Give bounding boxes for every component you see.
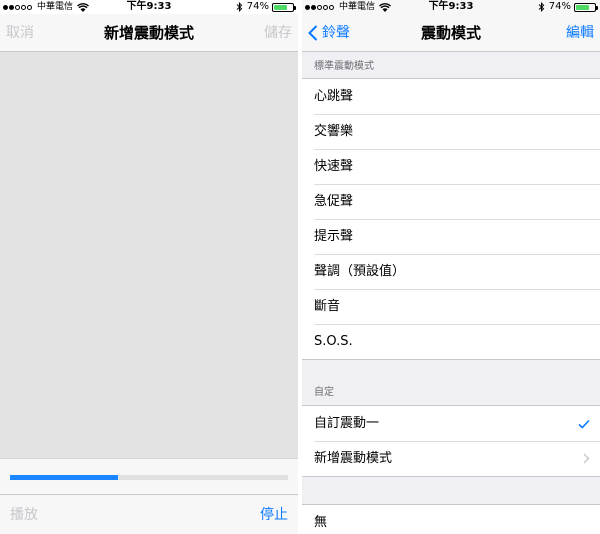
save-button[interactable]: 儲存 — [264, 14, 292, 52]
none-item[interactable]: 無 — [302, 505, 600, 534]
section-header-custom: 自定 — [314, 387, 334, 398]
battery-percent: 74% — [548, 1, 571, 12]
list-item[interactable]: 聲調（預設值） — [302, 254, 600, 289]
status-bar: 中華電信 下午9:33 74% — [302, 0, 600, 14]
list-item[interactable]: S.O.S. — [302, 324, 600, 359]
custom-pattern-item[interactable]: 自訂震動一 — [302, 406, 600, 441]
edit-button[interactable]: 編輯 — [566, 14, 594, 52]
none-option-list: 無 — [302, 504, 600, 534]
navigation-bar: 取消 新增震動模式 儲存 — [0, 14, 298, 52]
chevron-right-icon — [583, 453, 590, 464]
timeline-progress — [10, 475, 119, 480]
section-header-standard: 標準震動模式 — [314, 61, 374, 72]
custom-patterns-list: 自訂震動一 新增震動模式 — [302, 405, 600, 477]
battery-icon — [574, 2, 598, 12]
list-item[interactable]: 交響樂 — [302, 114, 600, 149]
standard-patterns-list: 心跳聲 交響樂 快速聲 急促聲 提示聲 聲調（預設值） 斷音 S.O.S. — [302, 78, 600, 360]
bluetooth-icon — [538, 2, 544, 12]
list-item[interactable]: 急促聲 — [302, 184, 600, 219]
vibration-patterns-screen: 中華電信 下午9:33 74% 鈴聲 震動模式 編輯 標準震動模式 心跳聲 交響… — [302, 0, 600, 534]
vibration-record-area[interactable] — [0, 52, 298, 458]
list-item-label: 自訂震動一 — [314, 416, 380, 431]
play-button[interactable]: 播放 — [10, 495, 38, 534]
timeline-track — [10, 475, 288, 480]
list-item[interactable]: 快速聲 — [302, 149, 600, 184]
list-item[interactable]: 斷音 — [302, 289, 600, 324]
battery-percent: 74% — [246, 1, 269, 12]
list-item[interactable]: 心跳聲 — [302, 79, 600, 114]
list-item-label: 新增震動模式 — [314, 451, 393, 466]
page-title: 新增震動模式 — [103, 24, 194, 42]
bluetooth-icon — [236, 2, 242, 12]
stop-button[interactable]: 停止 — [260, 495, 288, 534]
navigation-bar: 鈴聲 震動模式 編輯 — [302, 14, 600, 52]
create-new-vibration-item[interactable]: 新增震動模式 — [302, 441, 600, 476]
vibration-timeline — [0, 458, 298, 494]
status-bar: 中華電信 下午9:33 74% — [0, 0, 298, 14]
checkmark-icon — [578, 419, 590, 429]
playback-toolbar: 播放 停止 — [0, 494, 298, 534]
new-vibration-screen: 中華電信 下午9:33 74% 取消 新增震動模式 儲存 播放 停止 — [0, 0, 298, 534]
list-item[interactable]: 提示聲 — [302, 219, 600, 254]
page-title: 震動模式 — [420, 24, 481, 42]
battery-icon — [272, 2, 296, 12]
